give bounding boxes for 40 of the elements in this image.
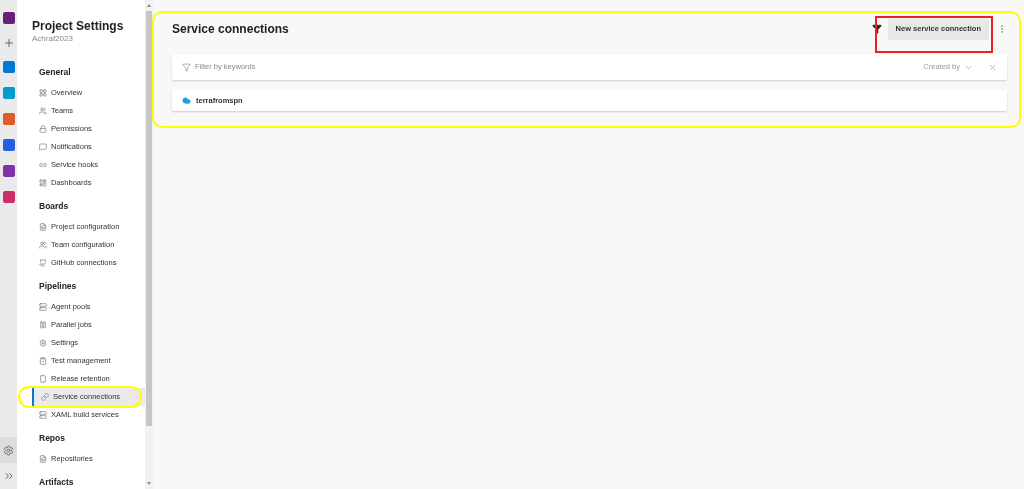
- project-avatar[interactable]: [2, 12, 15, 24]
- document-icon: [39, 455, 47, 463]
- section-heading: Repos: [38, 432, 66, 445]
- repos-app-icon[interactable]: [2, 113, 15, 125]
- parallel-bars-icon: [39, 321, 47, 329]
- section-heading: General: [38, 66, 72, 79]
- section-heading: Pipelines: [38, 280, 78, 293]
- expand-icon[interactable]: [2, 470, 15, 482]
- cloud-icon: [182, 96, 191, 105]
- filter-icon[interactable]: [871, 24, 882, 34]
- document-icon: [39, 223, 47, 231]
- sidebar-title: Project Settings: [32, 18, 125, 34]
- section-heading: Artifacts: [38, 476, 75, 489]
- github-icon: [39, 259, 47, 267]
- scrollbar[interactable]: [145, 0, 153, 489]
- phone-icon: [39, 375, 47, 383]
- settings-icon: [3, 444, 14, 456]
- project-name: Achraf2023: [32, 34, 74, 44]
- test-plans-app-icon[interactable]: [2, 165, 15, 177]
- filter-icon: [182, 62, 191, 72]
- settings-icon: [39, 339, 47, 347]
- server-icon: [39, 411, 47, 419]
- server-icon: [39, 303, 47, 311]
- artifacts-app-icon[interactable]: [2, 191, 15, 203]
- link-icon: [41, 393, 49, 401]
- people-icon: [39, 107, 47, 115]
- clipboard-icon: [39, 357, 47, 365]
- lock-icon: [39, 125, 47, 133]
- settings-button[interactable]: [0, 437, 17, 463]
- people-icon: [39, 241, 47, 249]
- section-heading: Boards: [38, 200, 70, 213]
- page-title: Service connections: [172, 21, 289, 38]
- overview-app-icon[interactable]: [2, 61, 15, 73]
- boards-app-icon[interactable]: [2, 87, 15, 99]
- grid-icon: [39, 89, 47, 97]
- dashboard-icon: [39, 179, 47, 187]
- message-icon: [39, 143, 47, 151]
- link-icon: [39, 161, 47, 169]
- pipelines-app-icon[interactable]: [2, 139, 15, 151]
- add-icon[interactable]: [2, 37, 15, 49]
